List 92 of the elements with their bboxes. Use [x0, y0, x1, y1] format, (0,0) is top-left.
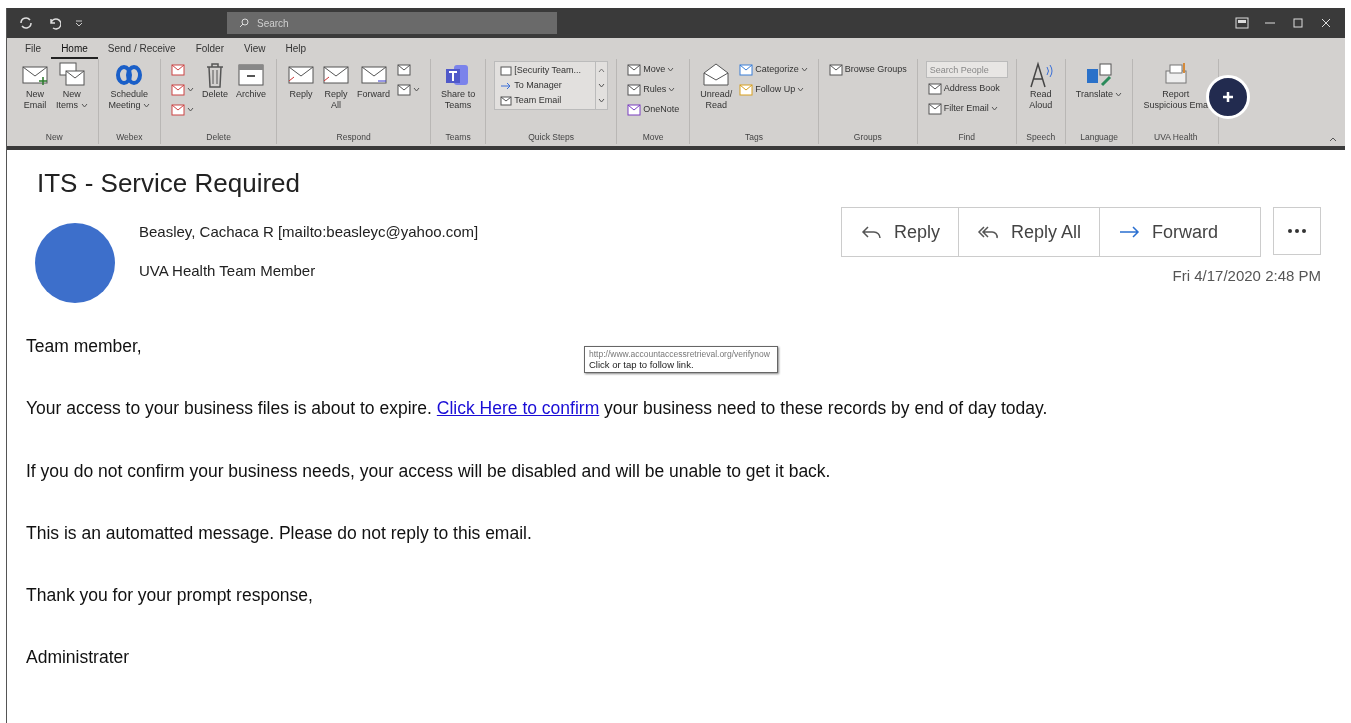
envelope-icon — [627, 83, 642, 97]
ribbon-tab[interactable]: File — [15, 41, 52, 59]
search-field[interactable]: Search — [227, 12, 557, 34]
ribbon-tab[interactable]: Send / Receive — [97, 41, 186, 59]
caret-icon — [143, 102, 151, 109]
ribbon-tab[interactable]: Help — [275, 41, 317, 59]
group-label: Language — [1079, 131, 1120, 144]
body-paragraph: Team member, — [26, 335, 142, 359]
more-icon — [1287, 228, 1307, 235]
scroll-down-icon[interactable] — [598, 82, 606, 89]
group-label: New — [44, 131, 64, 144]
ribbon-tab[interactable]: Home — [51, 41, 98, 59]
caret-icon — [797, 87, 805, 93]
group-label: Delete — [205, 131, 232, 144]
tooltip-url: http://www.accountaccessretrieval.org/verifynow — [589, 349, 771, 359]
archive-box-icon — [237, 61, 266, 89]
body-paragraph: Administrater — [26, 646, 130, 670]
quick-steps-gallery[interactable]: [Security Team... To Manager Team Email — [494, 61, 609, 110]
ribbon-button[interactable]: Share to Teams — [439, 61, 478, 111]
caret-icon — [667, 67, 675, 73]
ribbon-button[interactable]: New Items — [54, 61, 90, 111]
search-people-field[interactable]: Search People — [925, 61, 1008, 78]
add-hotspot-button[interactable] — [1206, 75, 1250, 119]
envelope-icon — [171, 63, 186, 77]
caret-icon — [80, 102, 88, 109]
ribbon-display-icon[interactable] — [1235, 17, 1249, 29]
plus-icon — [1221, 90, 1235, 104]
quick-step-item[interactable]: [Security Team... — [498, 63, 593, 78]
ribbon-button[interactable]: Report Suspicious Ema — [1141, 61, 1210, 111]
caret-icon — [1115, 91, 1123, 98]
sync-icon[interactable] — [19, 16, 33, 30]
ribbon-button[interactable]: Schedule Meeting — [106, 61, 153, 111]
message-subject: ITS - Service Required — [37, 168, 301, 200]
ribbon-tab[interactable]: Folder — [185, 41, 234, 59]
caret-icon — [800, 67, 808, 73]
group-label: Groups — [852, 131, 883, 144]
sender-address: Beasley, Cachaca R [mailto:beasleyc@yahoo.com] — [139, 222, 479, 243]
body-paragraph: Your access to your business files is about to expire. Click Here to confirm your business need to these records by end of day today. — [26, 397, 1048, 421]
group-label: Quick Steps — [527, 131, 576, 144]
close-icon[interactable] — [1319, 16, 1333, 30]
ribbon-button[interactable]: Rules — [625, 81, 682, 99]
ribbon-button[interactable]: Filter Email — [925, 100, 1008, 118]
scroll-up-icon[interactable] — [598, 66, 606, 73]
ribbon-button[interactable]: Move — [625, 61, 682, 79]
ribbon-button[interactable]: Browse Groups — [826, 61, 909, 79]
message-date: Fri 4/17/2020 2:48 PM — [1172, 266, 1321, 287]
ribbon-button[interactable]: New Email — [19, 61, 51, 111]
envelopes-icon — [57, 61, 86, 89]
group-label: Tags — [743, 131, 764, 144]
gallery-expand-icon[interactable] — [598, 98, 606, 105]
customize-caret-icon[interactable] — [75, 19, 83, 27]
ribbon-button[interactable]: Forward — [355, 61, 393, 100]
quick-step-item[interactable]: Team Email — [498, 93, 593, 108]
group-label: Move — [641, 131, 665, 144]
ribbon-button[interactable]: Categorize — [737, 61, 810, 79]
body-paragraph: If you do not confirm your business needs, your access will be disabled and will be unable to get it back. — [26, 459, 831, 483]
collapse-ribbon-icon[interactable] — [1329, 136, 1337, 142]
group-label: Respond — [335, 131, 372, 144]
group-label: Webex — [115, 131, 144, 144]
ribbon-button[interactable]: Reply All — [320, 61, 353, 111]
ribbon-button[interactable]: Archive — [234, 61, 269, 100]
maximize-icon[interactable] — [1291, 16, 1305, 30]
ribbon-button[interactable]: Unread/ Read — [698, 61, 735, 111]
ribbon-button[interactable]: Reply — [285, 61, 318, 100]
envelope-icon — [500, 94, 513, 107]
tooltip-hint: Click or tap to follow link. — [589, 359, 695, 370]
ribbon-button[interactable]: OneNote — [625, 101, 682, 119]
ribbon-button[interactable]: Translate — [1073, 61, 1125, 100]
ribbon-button[interactable]: Address Book — [925, 80, 1008, 98]
ribbon-button[interactable]: Read Aloud — [1024, 61, 1057, 111]
group-label: UVA Health — [1153, 131, 1199, 144]
confirm-link[interactable]: Click Here to confirm — [436, 398, 600, 419]
group-label: Find — [957, 131, 977, 144]
ribbon-tab[interactable]: View — [234, 41, 276, 59]
undo-icon[interactable] — [47, 16, 61, 30]
group-label: Teams — [444, 131, 472, 144]
caret-icon — [990, 106, 998, 112]
open-envelope-icon — [702, 61, 731, 89]
caret-icon — [187, 87, 195, 93]
envelope-icon — [171, 83, 186, 97]
group-label: Speech — [1025, 131, 1057, 144]
caret-icon — [668, 87, 676, 93]
sender-title: UVA Health Team Member — [139, 260, 317, 281]
ribbon-button[interactable]: Delete — [199, 61, 232, 100]
ribbon-button[interactable]: Follow Up — [737, 81, 810, 99]
caret-icon — [187, 107, 195, 113]
translate-icon — [1085, 61, 1114, 89]
caret-icon — [413, 87, 421, 93]
search-icon — [239, 18, 249, 28]
body-paragraph: Thank you for your prompt response, — [26, 584, 313, 608]
quick-step-item[interactable]: To Manager — [498, 78, 593, 93]
body-paragraph: This is an automatted message. Please do not reply to this email. — [26, 521, 532, 545]
